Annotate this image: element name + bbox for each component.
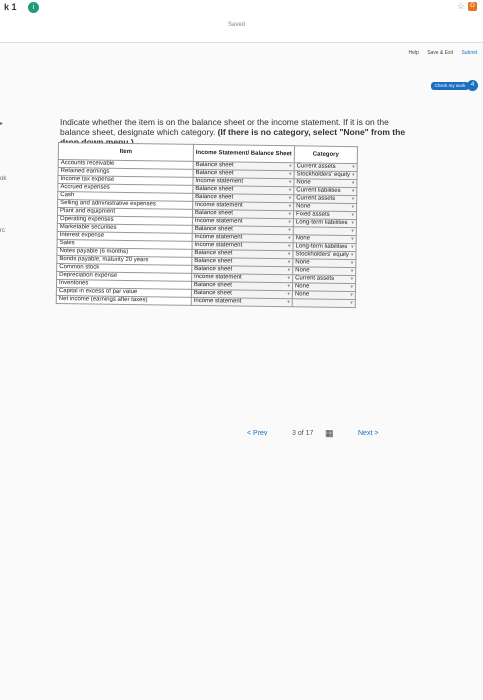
statement-select-value: Balance sheet <box>194 258 232 265</box>
save-exit-link[interactable]: Save & Exit <box>427 50 453 56</box>
statement-select-value: Balance sheet <box>195 194 233 201</box>
category-select-value: Stockholders' equity <box>296 171 350 178</box>
statement-select-value: Balance sheet <box>194 282 232 289</box>
info-badge[interactable]: i <box>28 2 39 13</box>
extension-icon[interactable]: O <box>468 2 477 11</box>
statement-select-value: Income statement <box>194 242 242 249</box>
category-select-value: None <box>296 179 310 185</box>
statement-select-value: Balance sheet <box>195 226 233 233</box>
category-select[interactable]: Fixed assets <box>293 210 357 220</box>
item-label: Net income (earnings after taxes) <box>56 295 192 306</box>
top-bar: k 1 i Saved ☆ O <box>0 0 483 43</box>
next-button[interactable]: Next > <box>358 430 378 437</box>
margin-marker-icon: rc <box>0 228 5 234</box>
margin-marker-icon: ok <box>0 176 7 182</box>
category-select-value: Current assets <box>295 275 334 282</box>
category-select-value: None <box>295 259 309 265</box>
category-select[interactable] <box>292 298 356 308</box>
header-category: Category <box>294 145 358 164</box>
table-body: Accounts receivableBalance sheetCurrent … <box>56 159 358 308</box>
statement-select-value: Balance sheet <box>194 290 232 297</box>
statement-select-value: Balance sheet <box>195 210 233 217</box>
category-select[interactable]: Stockholders' equity <box>292 250 356 260</box>
statement-select-value: Income statement <box>195 178 243 185</box>
statement-select-value: Income statement <box>195 234 243 241</box>
saved-status: Saved <box>228 22 246 28</box>
statement-select-value: Income statement <box>195 202 243 209</box>
check-count-badge: 4 <box>467 80 478 91</box>
category-select-value: Current assets <box>297 163 336 170</box>
grid-icon[interactable]: ▦ <box>325 428 334 439</box>
category-select-value: None <box>295 283 309 289</box>
help-link[interactable]: Help <box>409 50 419 56</box>
page-indicator: 3 of 17 <box>292 430 314 437</box>
category-select[interactable]: Current assets <box>294 162 358 172</box>
statement-select-value: Balance sheet <box>195 170 233 177</box>
category-select[interactable]: Current assets <box>293 194 357 204</box>
category-select[interactable]: Stockholders' equity <box>293 170 358 180</box>
check-my-work-button[interactable]: Check my work <box>431 82 469 90</box>
category-select-value: None <box>296 235 310 241</box>
category-select-value: Stockholders' equity <box>295 251 349 258</box>
prev-button[interactable]: < Prev <box>247 430 267 437</box>
category-select[interactable]: Current assets <box>292 274 356 284</box>
question-number: k 1 <box>4 2 17 12</box>
category-select[interactable]: Current liabilities <box>293 186 357 196</box>
category-select[interactable]: Long-term liabilities <box>293 218 357 228</box>
statement-select[interactable]: Income statement <box>191 297 293 307</box>
star-icon[interactable]: ☆ <box>457 1 465 12</box>
category-select-value: Long-term liabilities <box>295 243 347 250</box>
classification-table: Item Income Statement/ Balance Sheet Cat… <box>56 142 358 308</box>
statement-select-value: Balance sheet <box>195 186 233 193</box>
submit-link[interactable]: Submit <box>461 50 477 56</box>
category-select-value: None <box>296 203 310 209</box>
toolbar: Help Save & Exit Submit <box>402 50 478 56</box>
category-select-value: Fixed assets <box>296 211 330 217</box>
category-select[interactable]: Long-term liabilities <box>292 242 357 252</box>
header-statement: Income Statement/ Balance Sheet <box>193 144 295 163</box>
category-select-value: Long-term liabilities <box>296 219 348 226</box>
statement-select-value: Income statement <box>195 218 243 225</box>
category-select-value: None <box>295 267 309 273</box>
page: k 1 i Saved ☆ O Help Save & Exit Submit … <box>0 0 483 700</box>
category-select-value: Current liabilities <box>296 187 340 194</box>
category-select-value: None <box>295 291 309 297</box>
statement-select-value: Balance sheet <box>196 162 234 169</box>
category-select-value: Current assets <box>296 195 335 202</box>
statement-select-value: Income statement <box>194 274 242 281</box>
statement-select-value: Income statement <box>194 298 242 305</box>
margin-marker-icon: ▸ <box>0 121 4 127</box>
statement-select-value: Balance sheet <box>194 250 232 257</box>
header-item: Item <box>58 142 194 162</box>
statement-select-value: Balance sheet <box>194 266 232 273</box>
